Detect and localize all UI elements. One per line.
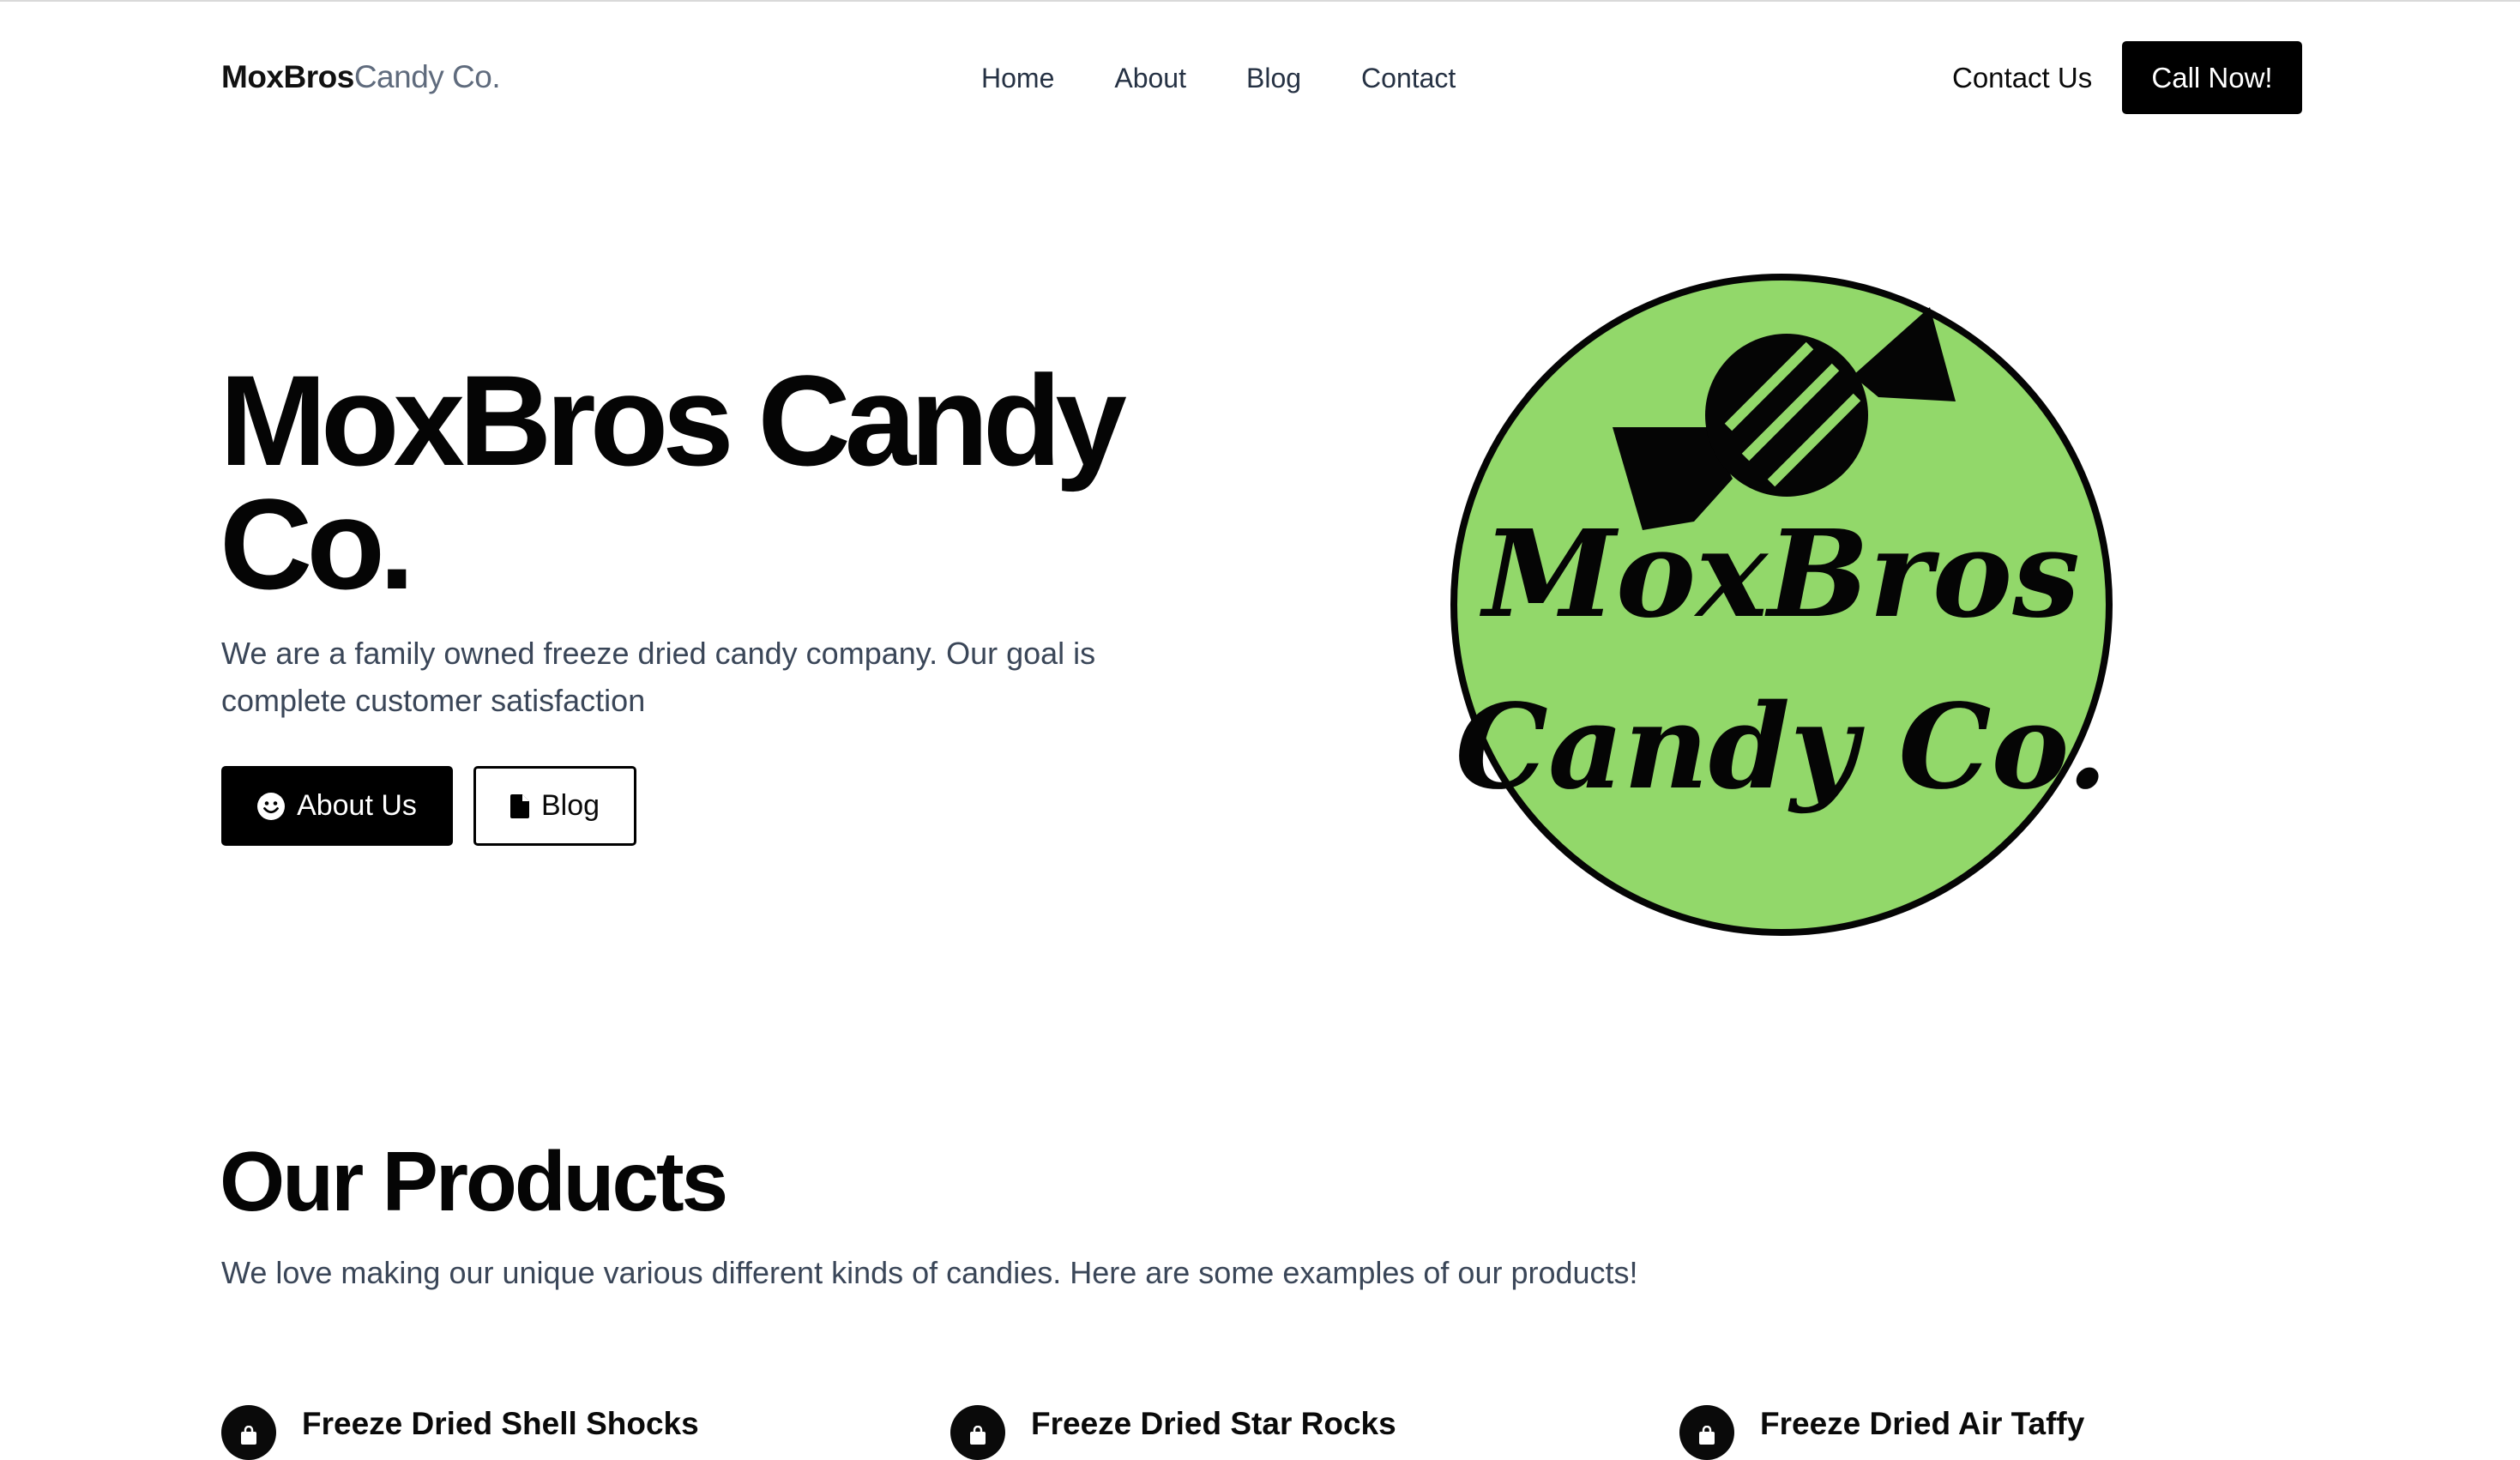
products-subtitle: We love making our unique various differ… (221, 1255, 1638, 1290)
product-item: Freeze Dried Air Taffy (1679, 1405, 2085, 1460)
nav-link-contact[interactable]: Contact (1361, 60, 1456, 96)
product-item: Freeze Dried Shell Shocks (221, 1405, 699, 1460)
product-name: Freeze Dried Star Rocks (1031, 1406, 1396, 1441)
shopping-bag-icon (1679, 1405, 1734, 1460)
hero-subtitle: We are a family owned freeze dried candy… (221, 636, 1096, 718)
nav-link-blog[interactable]: Blog (1246, 60, 1301, 96)
navbar: MoxBrosCandy Co. Home About Blog Contact… (0, 0, 2520, 156)
blog-button[interactable]: Blog (473, 766, 636, 846)
logo-graphic: MoxBros Candy Co. (1450, 274, 2113, 936)
document-icon (509, 793, 529, 818)
brand-name-light: Candy Co. (353, 59, 501, 94)
product-item: Freeze Dried Star Rocks (950, 1405, 1396, 1460)
candy-body (1705, 334, 1868, 497)
company-logo: MoxBros Candy Co. (1450, 273, 2113, 937)
about-us-button[interactable]: About Us (221, 766, 453, 846)
smile-icon (257, 792, 286, 820)
blog-label: Blog (540, 789, 600, 822)
about-us-label: About Us (297, 789, 417, 822)
shopping-bag-icon (221, 1405, 276, 1460)
hero-actions: About Us Blog (221, 766, 636, 846)
logo-text-line2: Candy Co. (1456, 679, 2108, 816)
nav-link-about[interactable]: About (1114, 60, 1186, 96)
hero-title: MoxBros Candy Co. (220, 348, 1127, 616)
brand-logo-text[interactable]: MoxBrosCandy Co. (221, 58, 501, 96)
main-nav: Home About Blog Contact (981, 60, 1456, 96)
logo-text-line1: MoxBros (1480, 504, 2080, 645)
shopping-bag-icon (950, 1405, 1005, 1460)
product-name: Freeze Dried Shell Shocks (302, 1406, 699, 1441)
nav-link-home[interactable]: Home (981, 60, 1054, 96)
product-name: Freeze Dried Air Taffy (1760, 1406, 2085, 1441)
products-heading: Our Products (220, 1134, 728, 1228)
brand-name-bold: MoxBros (221, 59, 354, 94)
contact-us-link[interactable]: Contact Us (1952, 60, 2092, 96)
call-now-button[interactable]: Call Now! (2122, 41, 2302, 114)
